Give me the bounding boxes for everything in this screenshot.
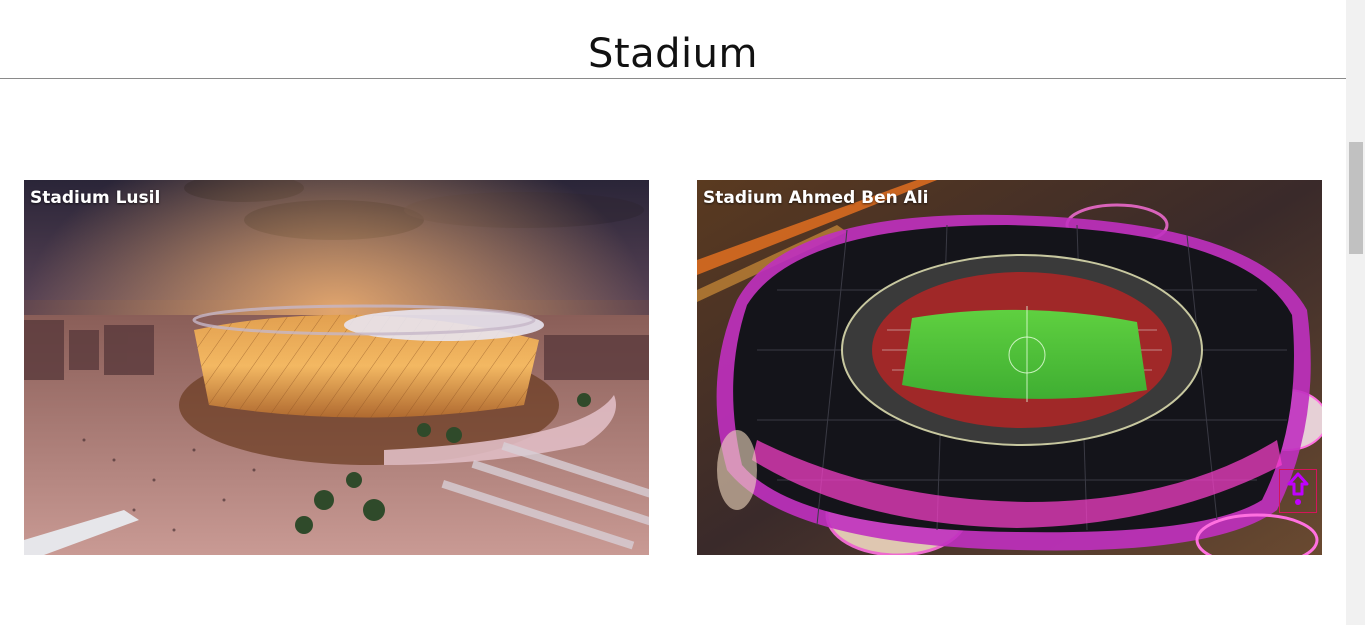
page-title: Stadium	[588, 31, 758, 77]
page: Stadium Stadium Lusil Stadium Ahmed Ben …	[0, 0, 1346, 625]
stadium-card-ahmed-ben-ali[interactable]: Stadium Ahmed Ben Ali	[697, 180, 1322, 555]
page-header: Stadium	[0, 0, 1346, 79]
stadium-card-lusil[interactable]: Stadium Lusil	[24, 180, 649, 555]
stadium-card-title: Stadium Lusil	[30, 188, 161, 208]
stadium-card-title: Stadium Ahmed Ben Ali	[703, 188, 929, 208]
vertical-scrollbar[interactable]	[1346, 0, 1365, 625]
stadium-image-lusil	[24, 180, 649, 555]
stadium-image-ahmed-ben-ali	[697, 180, 1322, 555]
arrow-up-icon	[1287, 472, 1309, 505]
scroll-to-top-button[interactable]	[1279, 469, 1317, 513]
scrollbar-thumb[interactable]	[1349, 142, 1363, 254]
